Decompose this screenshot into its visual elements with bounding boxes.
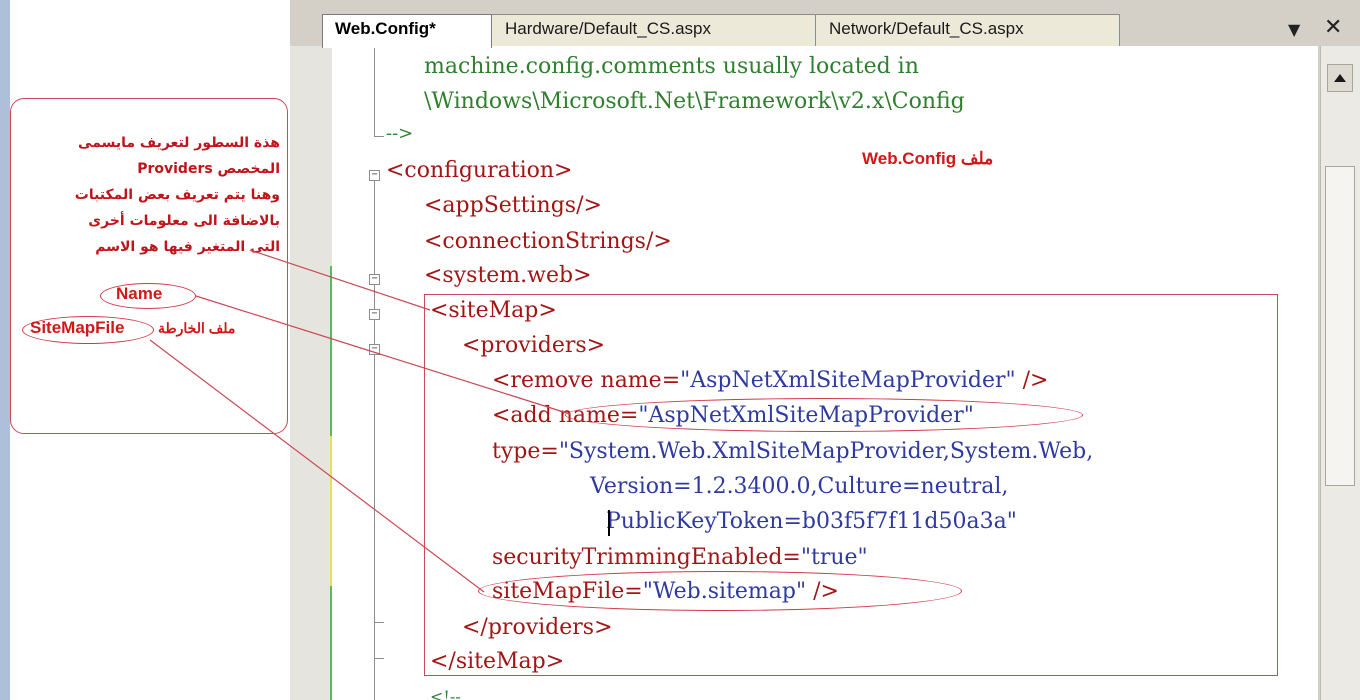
annotation-leader-lines xyxy=(149,249,571,593)
leader-line-sitemapfile xyxy=(149,339,485,593)
leader-line-callout-to-sitemap xyxy=(249,249,431,311)
leader-line-name xyxy=(195,295,571,415)
tab-web-config[interactable]: Web.Config* xyxy=(322,14,492,48)
